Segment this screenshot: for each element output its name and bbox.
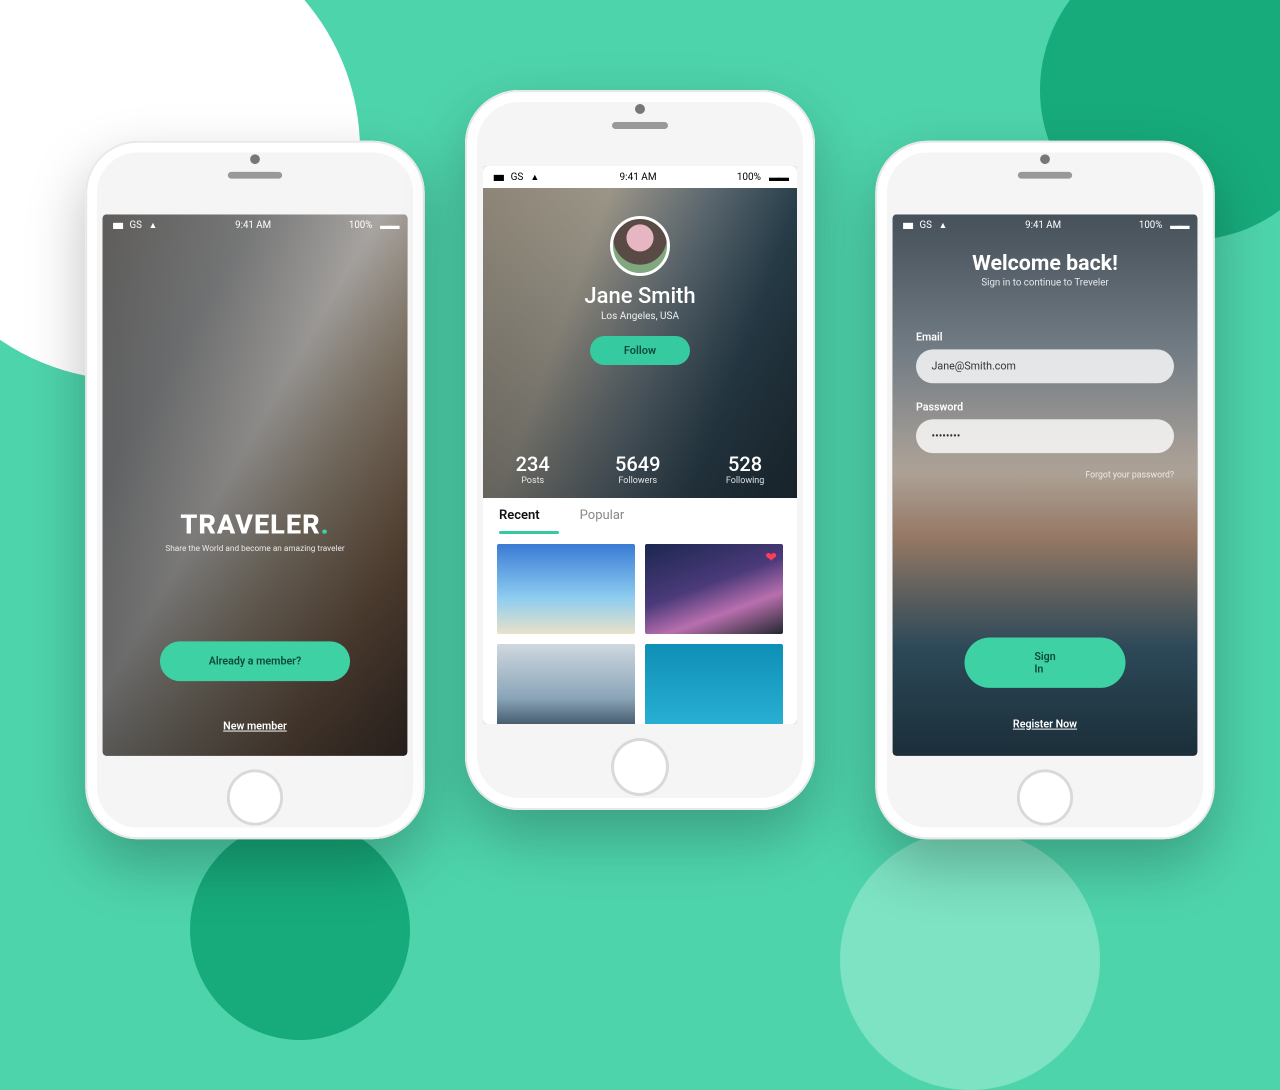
photo-thumb[interactable] bbox=[497, 644, 635, 724]
already-member-button[interactable]: Already a member? bbox=[160, 641, 350, 681]
battery-icon bbox=[376, 219, 397, 232]
camera-dot bbox=[1040, 154, 1050, 164]
phone-onboarding: GS 9:41 AM 100% TRAVELER. Share the Worl… bbox=[85, 141, 425, 839]
avatar[interactable] bbox=[610, 216, 670, 276]
profile-location: Los Angeles, USA bbox=[483, 311, 797, 322]
tab-popular[interactable]: Popular bbox=[580, 508, 625, 527]
speaker-slot bbox=[612, 122, 668, 129]
clock-label: 9:41 AM bbox=[620, 172, 657, 183]
email-field[interactable] bbox=[916, 349, 1174, 383]
sign-in-button[interactable]: Sign In bbox=[964, 637, 1125, 687]
phone-profile: GS 9:41 AM 100% Jane Smith Los Angeles, … bbox=[465, 90, 815, 810]
email-label: Email bbox=[916, 331, 1174, 344]
new-member-link[interactable]: New member bbox=[223, 720, 287, 733]
signal-icon bbox=[493, 172, 507, 183]
home-button[interactable] bbox=[611, 738, 669, 796]
battery-label: 100% bbox=[737, 172, 761, 183]
clock-label: 9:41 AM bbox=[235, 220, 271, 231]
battery-label: 100% bbox=[1139, 220, 1162, 231]
speaker-slot bbox=[1018, 172, 1072, 179]
photo-grid: ❤ bbox=[483, 534, 797, 724]
password-field[interactable] bbox=[916, 419, 1174, 453]
screen-profile: GS 9:41 AM 100% Jane Smith Los Angeles, … bbox=[483, 166, 797, 724]
wifi-icon bbox=[146, 220, 158, 231]
phone-login: GS 9:41 AM 100% Welcome back! Sign in to… bbox=[875, 141, 1215, 839]
photo-thumb[interactable]: ❤ bbox=[645, 544, 783, 634]
home-button[interactable] bbox=[1017, 769, 1073, 825]
welcome-subtitle: Sign in to continue to Treveler bbox=[893, 278, 1198, 289]
carrier-label: GS bbox=[129, 220, 141, 231]
stat-following[interactable]: 528 Following bbox=[726, 452, 765, 486]
forgot-password-link[interactable]: Forgot your password? bbox=[916, 471, 1174, 481]
photo-thumb[interactable] bbox=[645, 644, 783, 724]
wifi-icon bbox=[936, 220, 948, 231]
heart-icon[interactable]: ❤ bbox=[765, 550, 777, 566]
clock-label: 9:41 AM bbox=[1025, 220, 1061, 231]
tab-recent[interactable]: Recent bbox=[499, 508, 540, 527]
status-bar: GS 9:41 AM 100% bbox=[893, 215, 1198, 236]
signal-icon bbox=[902, 220, 915, 231]
photo-thumb[interactable] bbox=[497, 544, 635, 634]
brand-title: TRAVELER. bbox=[136, 508, 374, 540]
password-label: Password bbox=[916, 401, 1174, 414]
battery-icon bbox=[765, 171, 787, 184]
screen-onboarding: GS 9:41 AM 100% TRAVELER. Share the Worl… bbox=[103, 215, 408, 756]
home-button[interactable] bbox=[227, 769, 283, 825]
follow-button[interactable]: Follow bbox=[590, 336, 690, 365]
tabs: Recent Popular bbox=[483, 498, 797, 531]
stat-followers[interactable]: 5649 Followers bbox=[615, 452, 660, 486]
stats-row: 234 Posts 5649 Followers 528 Following bbox=[483, 452, 797, 486]
speaker-slot bbox=[228, 172, 282, 179]
register-now-link[interactable]: Register Now bbox=[893, 718, 1198, 731]
status-bar: GS 9:41 AM 100% bbox=[483, 166, 797, 188]
brand-tagline: Share the World and become an amazing tr… bbox=[136, 544, 374, 554]
login-form: Email Password Forgot your password? bbox=[916, 331, 1174, 480]
screen-login: GS 9:41 AM 100% Welcome back! Sign in to… bbox=[893, 215, 1198, 756]
carrier-label: GS bbox=[511, 172, 524, 183]
camera-dot bbox=[635, 104, 645, 114]
status-bar: GS 9:41 AM 100% bbox=[103, 215, 408, 236]
welcome-title: Welcome back! bbox=[893, 251, 1198, 275]
carrier-label: GS bbox=[919, 220, 931, 231]
signal-icon bbox=[112, 220, 125, 231]
camera-dot bbox=[250, 154, 260, 164]
brand-dot: . bbox=[321, 508, 330, 540]
battery-label: 100% bbox=[349, 220, 372, 231]
wifi-icon bbox=[527, 172, 539, 183]
stat-posts[interactable]: 234 Posts bbox=[516, 452, 550, 486]
battery-icon bbox=[1166, 219, 1187, 232]
